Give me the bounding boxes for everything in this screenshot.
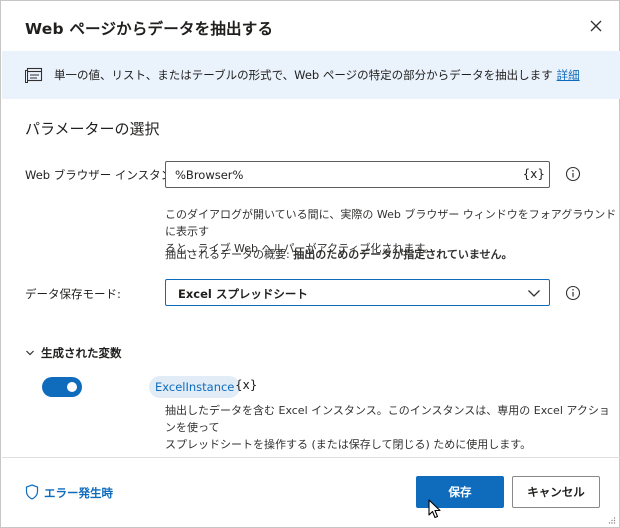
variable-toggle[interactable]	[42, 377, 82, 397]
live-helper-line1: このダイアログが開いている間に、実際の Web ブラウザー ウィンドウをフォアグ…	[165, 208, 617, 238]
extraction-summary: 抽出されるデータの概要: 抽出のためのデータが指定されていません。	[165, 246, 513, 263]
variable-name-chip[interactable]: ExcelInstance	[149, 376, 241, 398]
variable-picker-button[interactable]: {x}	[523, 167, 545, 181]
web-page-icon	[25, 67, 43, 83]
extract-data-dialog: Web ページからデータを抽出する 単一の値、リスト、またはテーブルの形式で、W…	[0, 0, 620, 528]
info-text: 単一の値、リスト、またはテーブルの形式で、Web ページの特定の部分からデータを…	[54, 68, 553, 82]
section-title: パラメーターの選択	[25, 120, 160, 138]
close-button[interactable]	[585, 15, 607, 37]
cancel-button[interactable]: キャンセル	[512, 476, 600, 508]
storage-mode-select[interactable]: Excel スプレッドシート	[165, 279, 550, 306]
variable-desc-line2: スプレッドシートを操作する (または保存して閉じる) ために使用します。	[165, 438, 532, 451]
on-error-label: エラー発生時	[44, 486, 113, 500]
dialog-title: Web ページからデータを抽出する	[25, 20, 274, 38]
browser-instance-label: Web ブラウザー インスタンス:	[25, 168, 188, 182]
close-icon	[590, 20, 602, 32]
variable-description: 抽出したデータを含む Excel インスタンス。このインスタンスは、専用の Ex…	[165, 402, 619, 453]
chevron-down-icon	[26, 350, 34, 356]
chevron-down-icon	[528, 290, 540, 297]
toggle-knob	[67, 382, 77, 392]
info-description: 単一の値、リスト、またはテーブルの形式で、Web ページの特定の部分からデータを…	[54, 67, 580, 83]
resize-grip-icon[interactable]	[608, 516, 616, 524]
variable-braces: {x}	[235, 378, 258, 392]
info-icon[interactable]	[565, 166, 581, 182]
browser-instance-input[interactable]: %Browser% {x}	[165, 161, 550, 188]
shield-icon	[25, 484, 39, 500]
generated-variables-title: 生成された変数	[41, 346, 122, 360]
learn-more-link[interactable]: 詳細	[557, 68, 580, 82]
browser-instance-value: %Browser%	[175, 168, 244, 182]
summary-label: 抽出されるデータの概要:	[165, 248, 294, 261]
storage-mode-label: データ保存モード:	[25, 287, 121, 301]
info-icon[interactable]	[565, 285, 581, 301]
save-button[interactable]: 保存	[416, 476, 504, 508]
info-bar: 単一の値、リスト、またはテーブルの形式で、Web ページの特定の部分からデータを…	[2, 51, 620, 99]
variable-desc-line1: 抽出したデータを含む Excel インスタンス。このインスタンスは、専用の Ex…	[165, 404, 610, 434]
summary-value: 抽出のためのデータが指定されていません。	[293, 248, 513, 261]
footer-divider	[2, 457, 620, 458]
storage-mode-value: Excel スプレッドシート	[178, 287, 308, 301]
